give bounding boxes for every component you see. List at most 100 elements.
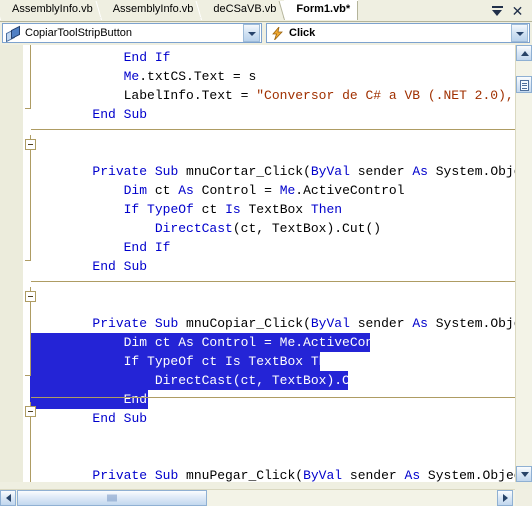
fold-end-tick bbox=[25, 375, 31, 376]
scrollbar-corner bbox=[515, 489, 532, 506]
navigation-bar: CopiarToolStripButton Click bbox=[0, 22, 532, 45]
selected-code-text[interactable]: DirectCast(ct, TextBox).Copy() bbox=[30, 371, 389, 390]
procedure-separator-line bbox=[31, 129, 531, 130]
code-line[interactable]: End Sub bbox=[30, 257, 147, 276]
code-text-area[interactable]: End If Me.txtCS.Text = s LabelInfo.Text … bbox=[24, 45, 532, 482]
code-line[interactable]: End If bbox=[30, 390, 170, 409]
code-token: mnuCopiar_Click( bbox=[178, 316, 311, 331]
document-tab-label: deCSaVB.vb bbox=[213, 3, 277, 15]
document-tab-label: AssemblyInfo.vb bbox=[112, 3, 194, 15]
document-tabs: AssemblyInfo.vb AssemblyInfo.vb deCSaVB.vb… bbox=[0, 0, 359, 22]
code-line[interactable]: Private Sub mnuCortar_Click(ByVal sender… bbox=[30, 162, 532, 181]
code-token: ByVal bbox=[303, 468, 343, 482]
code-token: sender bbox=[349, 316, 413, 331]
code-line[interactable]: Dim ct As Control = Me.ActiveControl bbox=[30, 333, 404, 352]
document-tab-2[interactable]: deCSaVB.vb bbox=[195, 0, 285, 20]
code-line[interactable]: If TypeOf ct Is TextBox Then bbox=[30, 200, 343, 219]
lightning-event-icon bbox=[269, 24, 289, 42]
code-token: ByVal bbox=[310, 164, 350, 179]
document-tab-3[interactable]: Form1.vb* bbox=[278, 0, 359, 20]
code-line[interactable]: Private Sub mnuCopiar_Click(ByVal sender… bbox=[30, 314, 532, 333]
vertical-scroll-thumb[interactable] bbox=[516, 76, 532, 93]
event-selector-chevron-down-icon[interactable] bbox=[511, 24, 528, 42]
scroll-left-button[interactable] bbox=[0, 490, 16, 506]
code-token: If TypeOf ct Is TextBox Then bbox=[30, 354, 343, 369]
code-line[interactable]: Private Sub mnuPegar_Click(ByVal sender … bbox=[30, 466, 532, 482]
document-tab-1[interactable]: AssemblyInfo.vb bbox=[95, 0, 202, 20]
horizontal-scrollbar[interactable] bbox=[0, 489, 515, 506]
horizontal-scroll-thumb[interactable] bbox=[17, 490, 207, 506]
code-token: Control = bbox=[193, 183, 280, 198]
code-line[interactable]: If TypeOf ct Is TextBox Then bbox=[30, 352, 342, 371]
fold-collapse-box[interactable] bbox=[25, 139, 36, 150]
code-token: mnuPegar_Click( bbox=[178, 468, 304, 482]
code-line[interactable]: LabelInfo.Text = "Conversor de C# a VB (… bbox=[30, 86, 530, 105]
code-token: Dim bbox=[123, 183, 148, 198]
code-token: End If bbox=[30, 392, 171, 407]
event-selector-combo[interactable]: Click bbox=[266, 23, 530, 43]
code-line[interactable]: DirectCast(ct, TextBox).Cut() bbox=[30, 219, 381, 238]
document-tab-0[interactable]: AssemblyInfo.vb bbox=[0, 0, 101, 20]
code-line[interactable]: End Sub bbox=[30, 105, 147, 124]
code-token: End bbox=[123, 50, 148, 65]
fold-collapse-box[interactable] bbox=[25, 406, 36, 417]
code-line[interactable]: DirectCast(ct, TextBox).Copy() bbox=[30, 371, 389, 390]
code-token: (ct, TextBox).Cut() bbox=[232, 221, 382, 236]
document-tab-strip: AssemblyInfo.vb AssemblyInfo.vb deCSaVB.vb… bbox=[0, 0, 532, 22]
code-token: End bbox=[92, 259, 116, 274]
fold-collapse-box[interactable] bbox=[25, 291, 36, 302]
code-token: If bbox=[154, 50, 171, 65]
object-selector-chevron-down-icon[interactable] bbox=[243, 24, 260, 42]
code-token: .ActiveControl bbox=[295, 183, 405, 198]
indicator-margin[interactable] bbox=[0, 45, 23, 482]
code-token: Sub bbox=[154, 468, 179, 482]
selected-code-text[interactable]: End If bbox=[30, 390, 170, 409]
code-token: Sub bbox=[123, 411, 148, 426]
code-token: sender bbox=[342, 468, 405, 482]
object-selector-combo[interactable]: CopiarToolStripButton bbox=[2, 23, 262, 43]
code-token: Sub bbox=[154, 316, 179, 331]
tabstrip-buttons: ✕ bbox=[485, 0, 530, 21]
document-tab-label: AssemblyInfo.vb bbox=[12, 3, 93, 15]
code-token: .txtCS.Text = s bbox=[139, 69, 257, 84]
code-line[interactable]: End If bbox=[30, 48, 171, 67]
vertical-scrollbar[interactable] bbox=[515, 45, 532, 482]
code-editor-surface[interactable]: End If Me.txtCS.Text = s LabelInfo.Text … bbox=[0, 45, 532, 482]
scroll-down-button[interactable] bbox=[516, 466, 532, 482]
code-line[interactable]: End If bbox=[30, 238, 171, 257]
code-token: As bbox=[412, 164, 428, 179]
chevron-down-icon bbox=[521, 472, 529, 477]
code-token: If bbox=[123, 202, 140, 217]
code-line[interactable]: End Sub bbox=[30, 409, 147, 428]
code-line[interactable]: Dim ct As Control = Me.ActiveControl bbox=[30, 181, 405, 200]
selected-code-text[interactable]: If TypeOf ct Is TextBox Then bbox=[30, 352, 342, 371]
code-token: Private bbox=[92, 164, 148, 179]
chevron-left-icon bbox=[6, 494, 11, 502]
event-selector-value: Click bbox=[289, 27, 316, 39]
scroll-right-button[interactable] bbox=[497, 490, 513, 506]
code-token: LabelInfo.Text = bbox=[30, 88, 257, 103]
selected-code-text[interactable]: Dim ct As Control = Me.ActiveControl bbox=[30, 333, 404, 352]
tab-list-dropdown-icon[interactable] bbox=[491, 4, 504, 18]
code-line[interactable]: Me.txtCS.Text = s bbox=[30, 67, 257, 86]
close-document-icon[interactable]: ✕ bbox=[511, 4, 524, 18]
code-token: "Conversor de C# a VB (.NET 2.0), i bbox=[256, 88, 530, 103]
code-token: Me bbox=[279, 183, 296, 198]
scroll-up-button[interactable] bbox=[516, 45, 532, 61]
code-token: As bbox=[178, 183, 194, 198]
